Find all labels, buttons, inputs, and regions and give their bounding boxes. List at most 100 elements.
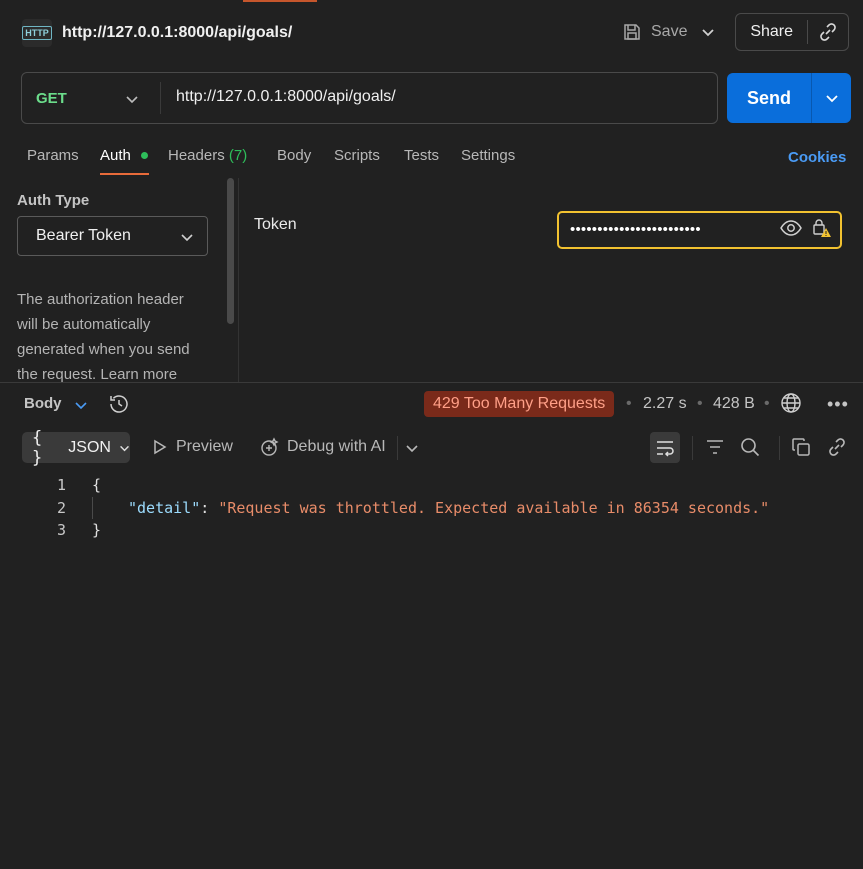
auth-description-line: will be automatically	[17, 316, 151, 333]
status-badge[interactable]: 429 Too Many Requests	[424, 391, 615, 417]
eye-icon	[780, 220, 802, 236]
toolbar-divider	[692, 436, 693, 460]
code-line[interactable]: {	[92, 476, 101, 494]
line-number: 1	[56, 476, 66, 494]
save-button[interactable]: Save	[622, 22, 687, 42]
more-options-button[interactable]: •••	[827, 394, 849, 415]
tab-body[interactable]: Body	[277, 147, 311, 164]
wrap-lines-icon	[657, 440, 674, 457]
meta-separator: •	[764, 395, 770, 412]
globe-icon	[781, 393, 801, 413]
tab-params[interactable]: Params	[27, 147, 79, 164]
send-group: Send	[727, 73, 851, 123]
copy-button[interactable]	[791, 437, 811, 461]
tab-active-underline	[100, 173, 149, 175]
format-select[interactable]: { } JSON	[22, 428, 130, 468]
link-icon	[829, 438, 845, 456]
auth-description: The authorization header will be automat…	[17, 287, 217, 387]
token-label: Token	[254, 216, 297, 233]
response-size[interactable]: 428 B	[713, 395, 755, 413]
meta-separator: •	[697, 395, 703, 412]
active-tab-indicator	[243, 0, 317, 2]
line-number: 3	[56, 521, 66, 539]
search-button[interactable]	[740, 437, 760, 461]
chevron-down-icon	[120, 445, 129, 451]
tab-headers-count: (7)	[228, 147, 248, 164]
link-icon	[820, 23, 836, 41]
debug-ai-button[interactable]: Debug with AI	[259, 437, 386, 457]
json-value: "Request was throttled. Expected availab…	[218, 499, 770, 517]
code-line[interactable]: }	[92, 521, 101, 539]
debug-ai-icon	[261, 437, 279, 456]
debug-ai-label: Debug with AI	[287, 438, 386, 455]
preview-button[interactable]: Preview	[153, 438, 233, 456]
copy-icon	[792, 438, 810, 456]
show-token-button[interactable]	[780, 219, 802, 241]
tab-scripts[interactable]: Scripts	[334, 147, 380, 164]
send-button[interactable]: Send	[727, 88, 811, 109]
code-line[interactable]: "detail": "Request was throttled. Expect…	[128, 499, 769, 517]
method-chevron[interactable]	[125, 92, 139, 110]
response-body-chevron[interactable]	[74, 398, 88, 416]
sidebar-scrollbar[interactable]	[227, 178, 234, 324]
method-select[interactable]: GET	[36, 90, 67, 107]
response-history-button[interactable]	[108, 393, 130, 419]
play-icon	[154, 439, 167, 455]
tab-tests[interactable]: Tests	[404, 147, 439, 164]
json-separator: :	[200, 499, 219, 517]
auth-type-label: Auth Type	[17, 192, 90, 209]
toolbar-divider	[779, 436, 780, 460]
debug-options-button[interactable]	[405, 441, 419, 459]
format-label: JSON	[68, 438, 111, 456]
wrap-lines-button[interactable]	[650, 432, 680, 463]
request-title[interactable]: http://127.0.0.1:8000/api/goals/	[62, 24, 292, 42]
lock-warning-icon	[813, 219, 831, 237]
share-button[interactable]: Share	[736, 23, 807, 41]
tab-auth[interactable]: Auth	[100, 147, 131, 164]
line-number: 2	[56, 499, 66, 517]
network-info-button[interactable]	[780, 392, 802, 418]
debug-divider	[397, 436, 398, 460]
tab-settings[interactable]: Settings	[461, 147, 515, 164]
json-key: "detail"	[128, 499, 201, 517]
send-options-button[interactable]	[812, 91, 851, 105]
chevron-down-icon	[126, 96, 138, 104]
chevron-down-icon	[75, 402, 87, 410]
save-options-button[interactable]	[701, 25, 715, 43]
meta-separator: •	[626, 395, 632, 412]
response-time[interactable]: 2.27 s	[643, 395, 687, 413]
url-input[interactable]: http://127.0.0.1:8000/api/goals/	[176, 88, 396, 106]
preview-label: Preview	[176, 438, 233, 455]
more-icon: •••	[827, 394, 849, 414]
save-label: Save	[651, 23, 688, 40]
history-icon	[110, 395, 128, 413]
share-group: Share	[735, 13, 849, 51]
chevron-down-icon	[702, 29, 714, 37]
cookies-link[interactable]: Cookies	[788, 149, 846, 166]
braces-icon: { }	[32, 427, 43, 468]
auth-active-dot	[141, 152, 148, 159]
chevron-down-icon	[825, 95, 838, 103]
response-body-label[interactable]: Body	[24, 395, 62, 412]
url-divider	[160, 82, 161, 114]
search-icon	[741, 438, 760, 457]
filter-icon	[707, 440, 723, 454]
token-value: ••••••••••••••••••••••••	[570, 221, 701, 238]
chevron-down-icon	[406, 445, 418, 453]
tab-headers[interactable]: Headers (7)	[168, 147, 247, 164]
response-divider	[0, 382, 863, 383]
copy-link-button[interactable]	[808, 22, 848, 42]
indent-guide	[92, 497, 93, 519]
auth-description-line: the request. Learn more	[17, 366, 178, 383]
auth-type-value: Bearer Token	[36, 227, 131, 244]
chevron-down-icon	[181, 234, 193, 242]
vault-lock-button[interactable]	[812, 218, 834, 242]
auth-description-line: generated when you send	[17, 341, 190, 358]
http-icon: HTTP	[22, 19, 52, 47]
tab-headers-label: Headers	[168, 147, 225, 164]
auth-type-chevron[interactable]	[180, 230, 194, 248]
copy-link-button[interactable]	[827, 437, 847, 461]
auth-description-line: The authorization header	[17, 291, 184, 308]
filter-button[interactable]	[705, 438, 725, 460]
auth-panel-divider	[238, 178, 239, 382]
